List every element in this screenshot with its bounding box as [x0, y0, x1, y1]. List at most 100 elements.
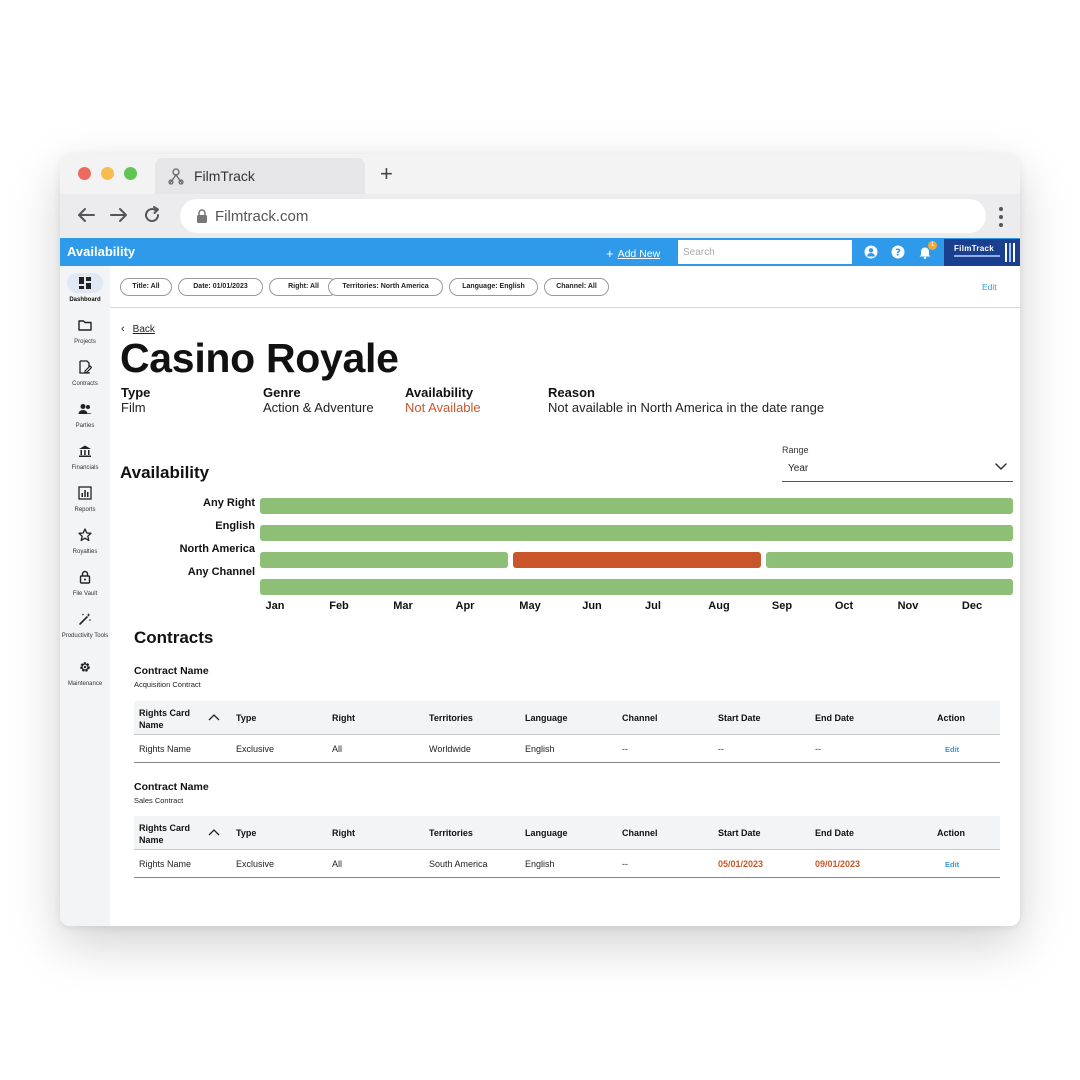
filter-chip-channel[interactable]: Channel: All	[544, 278, 609, 296]
maximize-window-button[interactable]	[124, 167, 137, 180]
browser-window: FilmTrack + Filmtrack.com Availability +	[60, 154, 1020, 926]
filter-chip-date[interactable]: Date: 01/01/2023	[178, 278, 263, 296]
cell-end-date: 09/01/2023	[815, 859, 861, 869]
forward-arrow-icon[interactable]	[108, 204, 130, 226]
back-arrow-icon[interactable]	[75, 204, 97, 226]
svg-text:?: ?	[895, 248, 901, 259]
column-header-language: Language	[525, 713, 568, 723]
cell-end-date: --	[815, 744, 821, 754]
table-row: Rights Name Exclusive All Worldwide Engl…	[134, 735, 1000, 763]
notification-badge: 1	[928, 241, 937, 250]
sidebar-item-label: Projects	[74, 339, 96, 345]
reason-value: Not available in North America in the da…	[548, 400, 825, 415]
column-header-right: Right	[332, 713, 355, 723]
browser-menu-icon[interactable]	[998, 206, 1004, 228]
contract-name-value: Sales Contract	[134, 796, 184, 805]
column-header-rights-card-name[interactable]: Rights Card Name	[139, 707, 199, 731]
filter-bar: Title: All Date: 01/01/2023 Right: All T…	[110, 266, 1020, 308]
cell-channel: --	[622, 859, 628, 869]
sort-ascending-icon[interactable]	[208, 713, 220, 721]
minimize-window-button[interactable]	[101, 167, 114, 180]
genre-label: Genre	[263, 385, 301, 400]
logo-tagline-decoration	[954, 255, 1000, 257]
month-label: Nov	[897, 600, 919, 612]
lock-icon	[197, 209, 207, 223]
cell-rights-name: Rights Name	[139, 859, 192, 869]
contract-table: Rights Card Name Type Right Territories …	[134, 816, 1000, 878]
sidebar-item-label: Dashboard	[69, 297, 101, 303]
edit-filters-link[interactable]: Edit	[982, 282, 997, 292]
column-header-end-date: End Date	[815, 713, 855, 723]
table-header: Rights Card Name Type Right Territories …	[134, 816, 1000, 850]
month-label: Dec	[961, 600, 983, 612]
reason-field: Reason Not available in North America in…	[548, 385, 824, 415]
sidebar-item-contracts[interactable]: Contracts	[60, 357, 110, 397]
genre-value: Action & Adventure	[263, 400, 374, 415]
gear-icon	[80, 662, 90, 672]
logo-text: FilmTrack	[954, 244, 995, 253]
sort-ascending-icon[interactable]	[208, 828, 220, 836]
contract-name-label: Contract Name	[134, 781, 209, 793]
contract-table: Rights Card Name Type Right Territories …	[134, 701, 1000, 763]
user-account-icon[interactable]	[864, 245, 878, 259]
month-label: Apr	[455, 600, 475, 612]
sidebar-item-parties[interactable]: Parties	[60, 399, 110, 439]
range-label: Range	[782, 445, 809, 455]
type-label: Type	[121, 385, 151, 400]
close-window-button[interactable]	[78, 167, 91, 180]
sidebar-item-productivity-tools[interactable]: Productivity Tools	[60, 609, 110, 649]
url-text: Filmtrack.com	[215, 208, 309, 225]
availability-field: Availability Not Available	[405, 385, 481, 415]
month-label: Jun	[582, 600, 602, 612]
cell-channel: --	[622, 744, 628, 754]
column-header-type: Type	[236, 713, 257, 723]
cell-type: Exclusive	[236, 744, 275, 754]
sidebar-item-projects[interactable]: Projects	[60, 315, 110, 355]
tab-strip: FilmTrack +	[60, 154, 1020, 194]
availability-label: Availability	[405, 385, 474, 400]
sidebar-item-financials[interactable]: Financials	[60, 441, 110, 481]
column-header-start-date: Start Date	[718, 713, 761, 723]
filter-chip-territories[interactable]: Territories: North America	[328, 278, 443, 296]
edit-row-link[interactable]: Edit	[945, 745, 959, 754]
page-title: Casino Royale	[120, 335, 399, 381]
cell-right: All	[332, 859, 343, 869]
sidebar-item-label: Financials	[71, 465, 99, 471]
month-label: Jul	[645, 600, 661, 612]
help-icon[interactable]: ?	[891, 245, 905, 259]
tab-title: FilmTrack	[194, 168, 255, 184]
plus-icon: +	[606, 246, 614, 261]
cell-language: English	[525, 859, 555, 869]
column-header-action: Action	[937, 713, 965, 723]
table-header: Rights Card Name Type Right Territories …	[134, 701, 1000, 735]
month-label: Sep	[771, 600, 793, 612]
range-select[interactable]: Year	[782, 457, 1013, 482]
sidebar-item-maintenance[interactable]: Maintenance	[60, 657, 110, 697]
reload-icon[interactable]	[141, 204, 163, 226]
sidebar-item-dashboard[interactable]: Dashboard	[60, 273, 110, 313]
timeline-bar-available	[766, 552, 1013, 568]
availability-heading: Availability	[120, 463, 210, 482]
month-label: Jan	[265, 600, 285, 612]
timeline-row-label: Any Channel	[187, 566, 255, 578]
add-new-link[interactable]: + Add New	[606, 245, 660, 261]
cell-right: All	[332, 744, 343, 754]
timeline-bar-available	[260, 525, 1013, 541]
timeline-bar-available	[260, 498, 1013, 514]
app-header: Availability +Add New ? 1 FilmTrack	[60, 238, 1020, 266]
filter-chip-title[interactable]: Title: All	[120, 278, 172, 296]
filter-chip-language[interactable]: Language: English	[449, 278, 538, 296]
browser-tab[interactable]: FilmTrack	[155, 158, 365, 194]
sidebar-item-label: Maintenance	[67, 681, 103, 687]
edit-row-link[interactable]: Edit	[945, 860, 959, 869]
column-header-start-date: Start Date	[718, 828, 761, 838]
column-header-rights-card-name[interactable]: Rights Card Name	[139, 822, 199, 846]
back-link[interactable]: ‹ Back	[121, 323, 155, 335]
column-header-action: Action	[937, 828, 965, 838]
url-field[interactable]: Filmtrack.com	[180, 199, 986, 233]
new-tab-button[interactable]: +	[380, 162, 393, 186]
month-label: Feb	[329, 600, 349, 612]
search-input[interactable]	[678, 240, 852, 264]
magic-wand-icon	[79, 613, 91, 625]
contract-name-value: Acquisition Contract	[134, 680, 201, 689]
